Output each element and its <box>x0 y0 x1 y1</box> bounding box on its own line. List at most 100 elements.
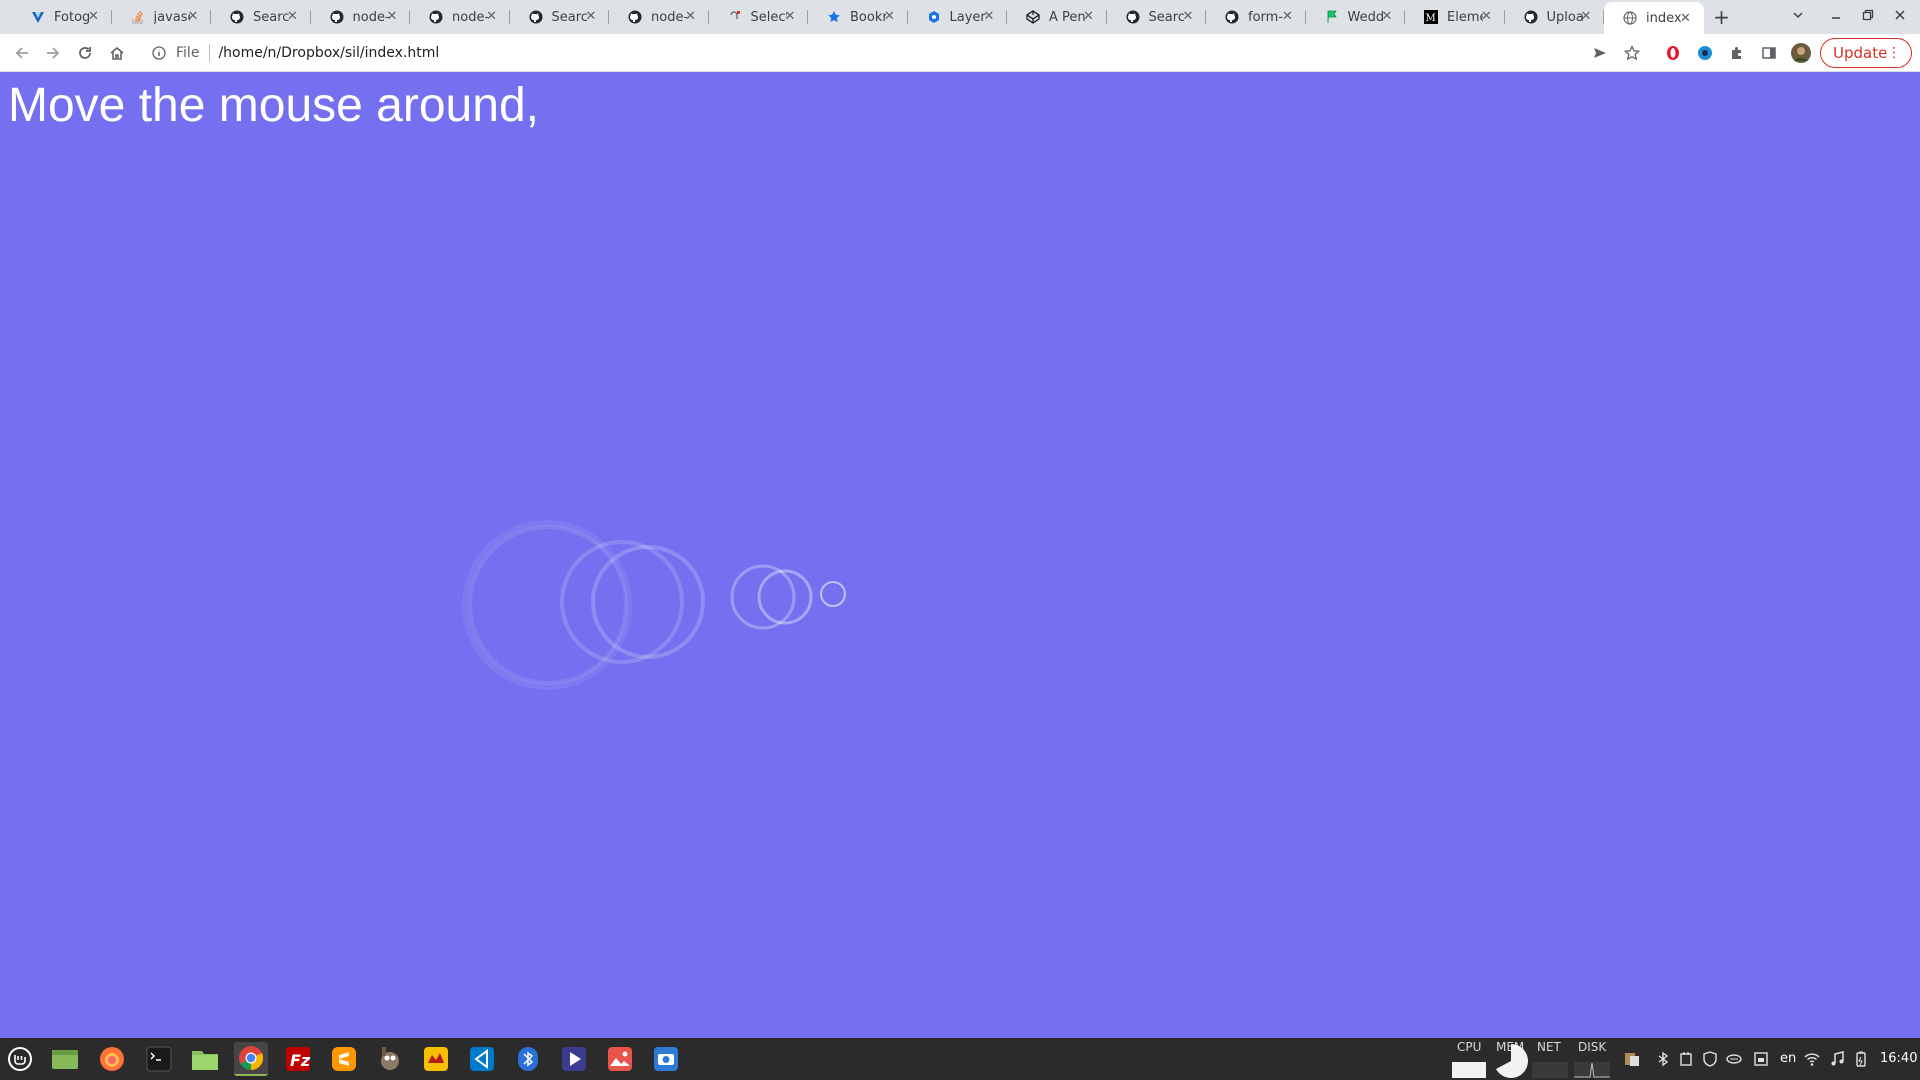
reload-button[interactable] <box>71 39 99 67</box>
music-tray-icon[interactable] <box>1829 1051 1845 1067</box>
arrow-left-icon <box>15 47 28 59</box>
tab-active[interactable]: index ✕ <box>1604 2 1704 34</box>
close-icon[interactable]: ✕ <box>1081 9 1097 25</box>
close-icon[interactable]: ✕ <box>1578 9 1594 25</box>
home-button[interactable] <box>103 39 131 67</box>
close-icon[interactable]: ✕ <box>484 9 500 25</box>
game-launcher[interactable] <box>419 1042 453 1076</box>
close-icon[interactable]: ✕ <box>1379 9 1395 25</box>
trail-circle <box>820 581 846 607</box>
tab-14[interactable]: MEleme✕ <box>1405 0 1505 34</box>
tab-13[interactable]: Wedd ✕ <box>1306 0 1405 34</box>
close-icon[interactable]: ✕ <box>683 9 699 25</box>
new-tab-button[interactable]: + <box>1706 0 1738 34</box>
trail-circle <box>462 520 632 690</box>
vscode-launcher[interactable] <box>465 1042 499 1076</box>
more-vertical-icon: ⋮ <box>1887 45 1901 61</box>
close-icon[interactable]: ✕ <box>1180 9 1196 25</box>
close-icon <box>1894 9 1906 25</box>
info-icon[interactable] <box>150 44 168 62</box>
side-panel-button[interactable] <box>1755 39 1783 67</box>
close-icon[interactable]: ✕ <box>86 9 102 25</box>
tab-0[interactable]: Fotog ✕ <box>12 0 112 34</box>
taskbar: Fz CPU MEM NET DISK en 16:40 <box>0 1038 1920 1080</box>
close-icon[interactable]: ✕ <box>1479 9 1495 25</box>
trail-circle <box>757 569 813 625</box>
extensions-menu-button[interactable] <box>1723 39 1751 67</box>
tab-15[interactable]: Uploa ✕ <box>1505 0 1604 34</box>
profile-button[interactable] <box>1787 39 1815 67</box>
tab-3[interactable]: node- ✕ <box>311 0 410 34</box>
tab-search-button[interactable] <box>1782 0 1814 34</box>
star-icon <box>826 9 842 25</box>
close-icon[interactable]: ✕ <box>1678 11 1694 27</box>
screenshot-launcher[interactable] <box>649 1042 683 1076</box>
keyboard-language[interactable]: en <box>1780 1051 1796 1066</box>
extension-button[interactable] <box>1691 39 1719 67</box>
media-player-launcher[interactable] <box>557 1042 591 1076</box>
close-icon[interactable]: ✕ <box>583 9 599 25</box>
github-icon <box>1523 9 1539 25</box>
restore-button[interactable] <box>1852 0 1884 34</box>
page-viewport[interactable]: Move the mouse around, <box>0 72 1920 1038</box>
puzzle-icon <box>1732 47 1741 59</box>
firefox-launcher[interactable] <box>95 1042 129 1076</box>
tab-1[interactable]: javasc✕ <box>112 0 211 34</box>
battery-tray-icon[interactable] <box>1853 1051 1869 1067</box>
bluetooth-launcher[interactable] <box>511 1042 545 1076</box>
tab-8[interactable]: Bookr ✕ <box>808 0 908 34</box>
clock[interactable]: 16:40 <box>1880 1051 1917 1066</box>
image-viewer-launcher[interactable] <box>603 1042 637 1076</box>
tab-10[interactable]: A Pen ✕ <box>1007 0 1107 34</box>
url-divider <box>209 44 211 62</box>
shield-tray-icon[interactable] <box>1702 1051 1718 1067</box>
update-button[interactable]: Update ⋮ <box>1820 38 1912 68</box>
bookmark-star-button[interactable] <box>1618 39 1646 67</box>
konva-icon <box>926 9 942 25</box>
tab-11[interactable]: Search✕ <box>1107 0 1206 34</box>
close-icon[interactable]: ✕ <box>384 9 400 25</box>
minimize-button[interactable] <box>1820 0 1852 34</box>
files-launcher[interactable] <box>188 1042 222 1076</box>
send-button[interactable] <box>1586 39 1614 67</box>
bluetooth-tray-icon[interactable] <box>1655 1051 1671 1067</box>
forward-button[interactable] <box>39 39 67 67</box>
filezilla-launcher[interactable]: Fz <box>281 1042 315 1076</box>
system-monitor[interactable]: CPU MEM NET DISK <box>1450 1038 1610 1080</box>
address-bar[interactable]: File /home/n/Dropbox/sil/index.html <box>140 37 1640 69</box>
close-window-button[interactable] <box>1884 0 1916 34</box>
close-icon[interactable]: ✕ <box>1280 9 1296 25</box>
globe-icon <box>1622 10 1638 26</box>
close-icon[interactable]: ✕ <box>782 9 798 25</box>
close-icon[interactable]: ✕ <box>981 9 997 25</box>
url-path[interactable]: /home/n/Dropbox/sil/index.html <box>218 45 439 61</box>
tab-9[interactable]: Layer ✕ <box>908 0 1007 34</box>
menu-button[interactable] <box>3 1042 37 1076</box>
ublock-extension-button[interactable] <box>1659 39 1687 67</box>
graphics-tray-icon[interactable] <box>1726 1051 1742 1067</box>
tab-12[interactable]: form- ✕ <box>1206 0 1306 34</box>
cursor-trail <box>462 520 846 690</box>
tab-5[interactable]: Search✕ <box>510 0 609 34</box>
tab-7[interactable]: Select✕ <box>709 0 808 34</box>
close-icon[interactable]: ✕ <box>185 9 201 25</box>
clipboard-tray-icon[interactable] <box>1624 1051 1640 1067</box>
tab-6[interactable]: node- ✕ <box>609 0 709 34</box>
stackoverflow-icon <box>130 9 146 25</box>
show-desktop-launcher[interactable] <box>48 1042 82 1076</box>
sublime-launcher[interactable] <box>327 1042 361 1076</box>
chrome-launcher[interactable] <box>234 1042 268 1076</box>
device-tray-icon[interactable] <box>1678 1051 1694 1067</box>
net-graph <box>1532 1062 1568 1078</box>
keyboard-tray-icon[interactable] <box>1753 1051 1769 1067</box>
cpu-graph <box>1452 1062 1486 1078</box>
vscode-icon <box>470 1047 494 1071</box>
tab-2[interactable]: Search✕ <box>211 0 311 34</box>
tab-4[interactable]: node- ✕ <box>410 0 510 34</box>
terminal-launcher[interactable] <box>142 1042 176 1076</box>
close-icon[interactable]: ✕ <box>285 9 301 25</box>
wifi-tray-icon[interactable] <box>1804 1051 1820 1067</box>
gimp-launcher[interactable] <box>373 1042 407 1076</box>
back-button[interactable] <box>8 39 36 67</box>
close-icon[interactable]: ✕ <box>882 9 898 25</box>
